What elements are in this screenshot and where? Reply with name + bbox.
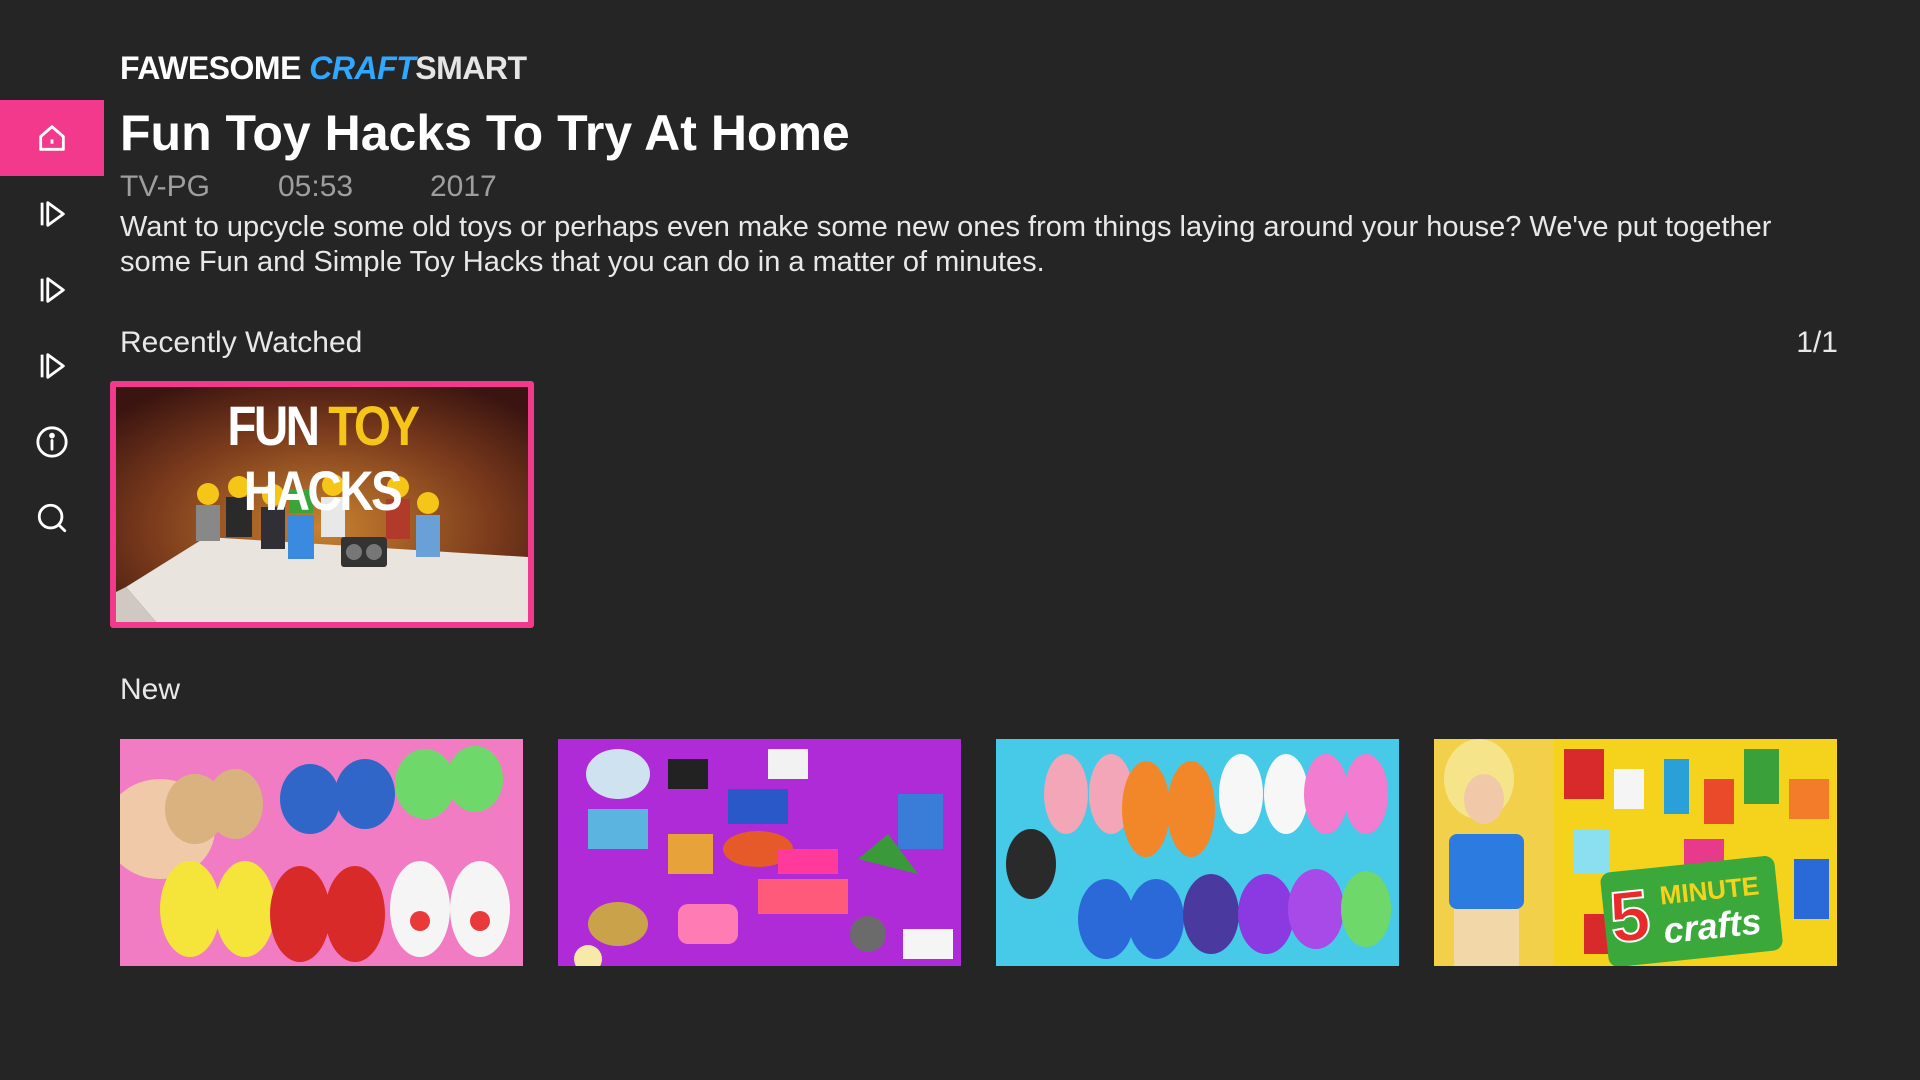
thumbnail-title-word-2: crafts — [1661, 900, 1764, 952]
sidebar-item-info[interactable] — [0, 404, 104, 480]
thumbnail-title: 5 MINUTE crafts — [1602, 858, 1791, 966]
thumbnail-title-word-1: FUN — [227, 394, 320, 457]
sidebar-item-play-1[interactable] — [0, 176, 104, 252]
row-label-new: New — [120, 673, 181, 706]
video-tile-fun-toy-hacks[interactable]: FUN TOY HACKS — [110, 381, 534, 628]
play-icon — [40, 353, 65, 379]
sidebar-item-play-3[interactable] — [0, 328, 104, 404]
row-label-recently-watched: Recently Watched — [120, 326, 363, 359]
sidebar-item-search[interactable] — [0, 480, 104, 556]
app-root: FAWESOME CRAFTSMART Fun Toy Hacks To Try… — [0, 0, 1920, 1080]
featured-rating: TV-PG — [120, 170, 211, 203]
featured-meta: TV-PG 05:53 2017 — [120, 170, 497, 204]
thumbnail-image — [558, 739, 961, 966]
search-icon — [37, 503, 67, 533]
sidebar-item-home[interactable] — [0, 100, 104, 176]
info-icon — [36, 426, 68, 458]
brand-logo: FAWESOME CRAFTSMART — [120, 50, 527, 87]
brand-logo-part2: CRAFT — [309, 50, 416, 86]
play-icon — [40, 201, 65, 227]
featured-description: Want to upcycle some old toys or perhaps… — [120, 211, 1772, 278]
thumbnail-image — [120, 739, 523, 966]
thumbnail-title-word-3: HACKS — [243, 459, 403, 522]
video-tile-new-1[interactable] — [120, 739, 523, 966]
sidebar-item-play-2[interactable] — [0, 252, 104, 328]
video-tile-new-4[interactable]: 5 MINUTE crafts — [1434, 739, 1837, 966]
home-icon — [39, 125, 65, 151]
thumbnail-image — [996, 739, 1399, 966]
featured-year: 2017 — [430, 170, 497, 203]
brand-logo-part3: SMART — [415, 50, 527, 86]
brand-logo-part1: FAWESOME — [120, 50, 301, 86]
thumbnail-title-number: 5 — [1605, 874, 1655, 960]
video-tile-new-3[interactable] — [996, 739, 1399, 966]
featured-title: Fun Toy Hacks To Try At Home — [120, 105, 850, 161]
thumbnail-title: FUN TOY HACKS — [147, 393, 497, 523]
video-tile-new-2[interactable] — [558, 739, 961, 966]
featured-duration: 05:53 — [278, 170, 354, 203]
sidebar-nav — [0, 100, 104, 556]
play-icon — [40, 277, 65, 303]
thumbnail-title-word-2: TOY — [328, 394, 419, 457]
row-page-indicator: 1/1 — [1796, 326, 1838, 359]
